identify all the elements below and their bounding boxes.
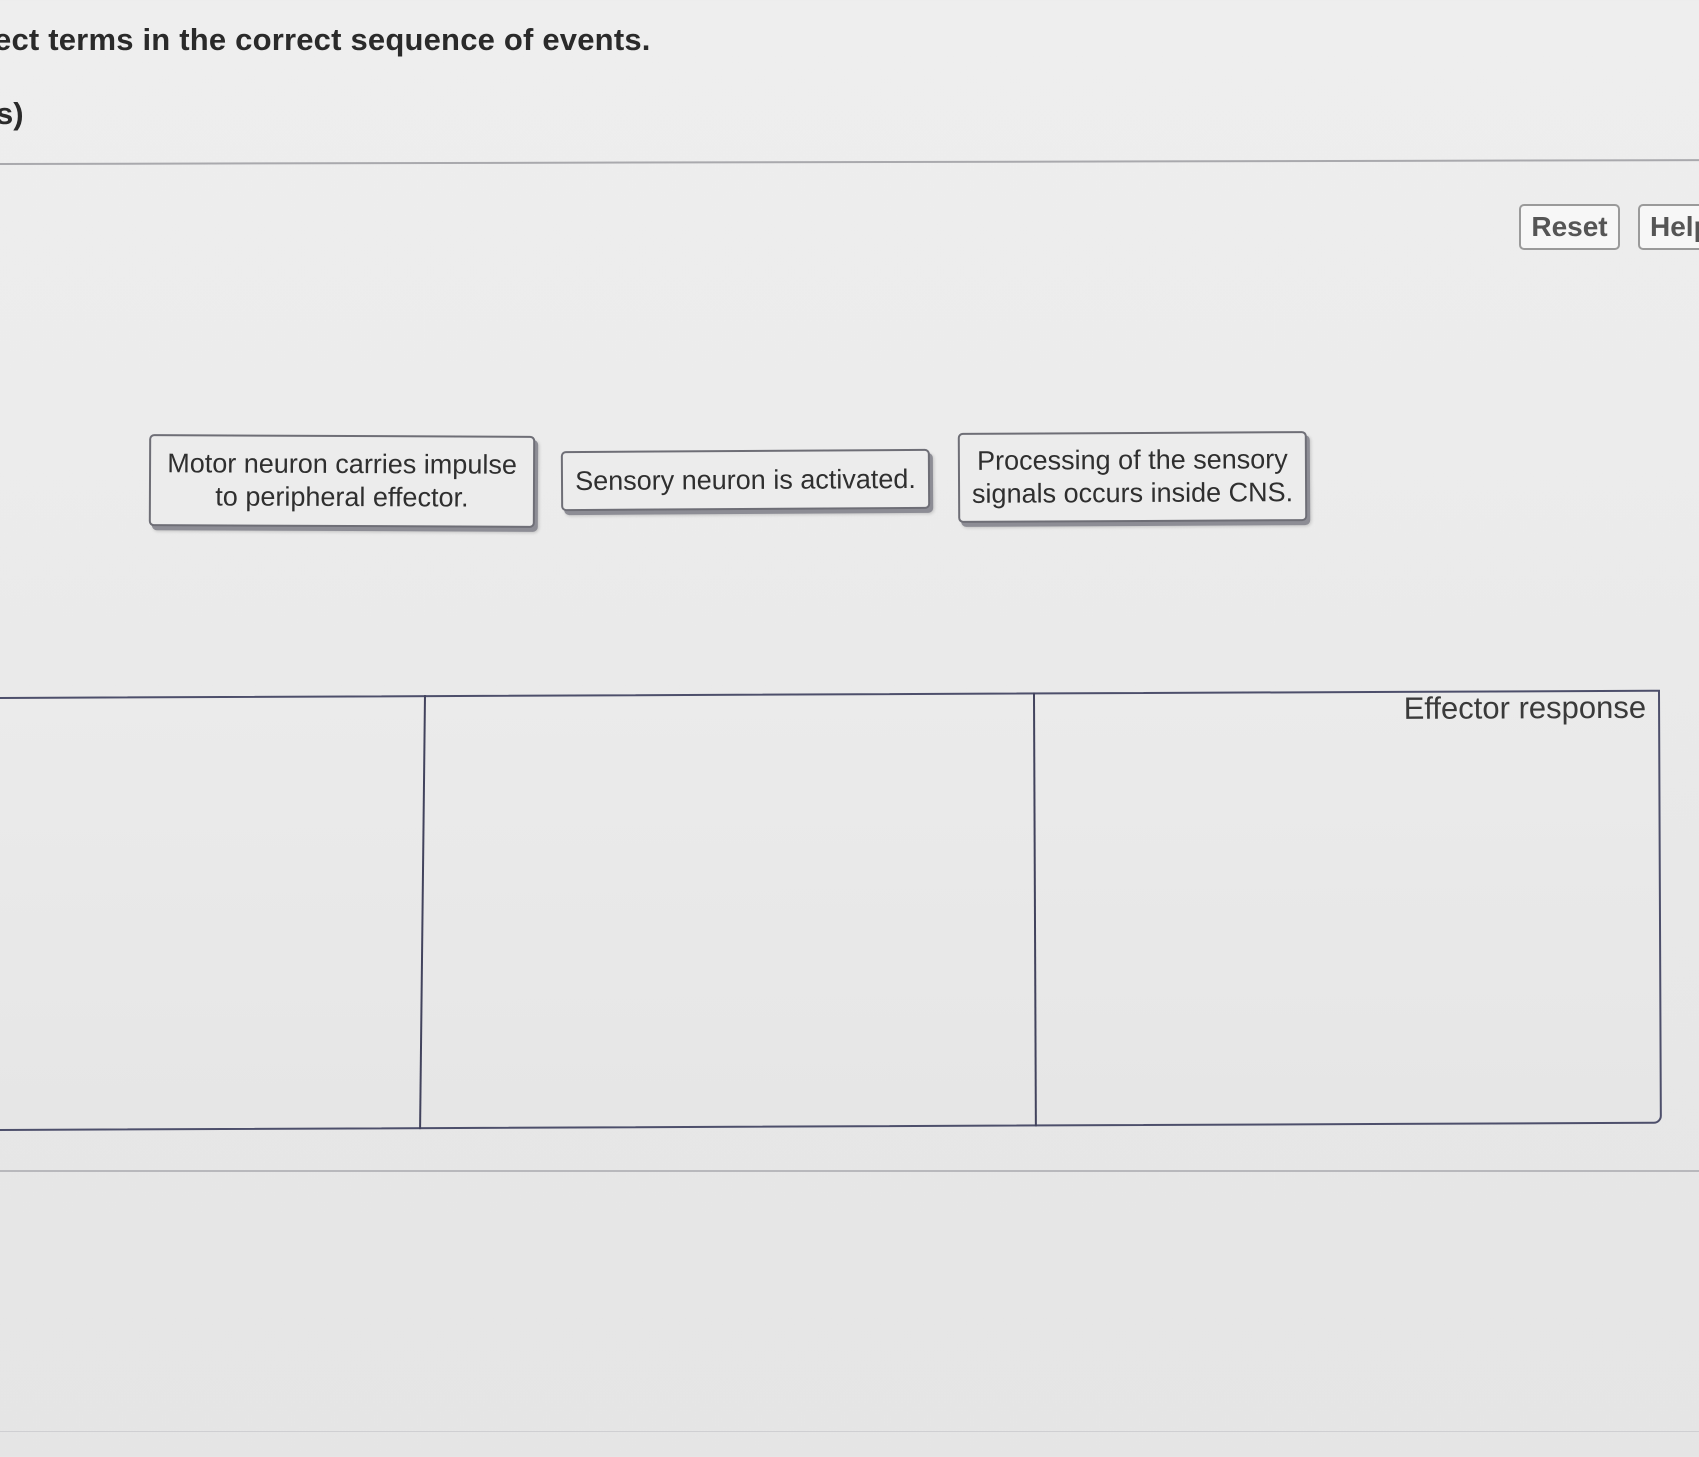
sequence-slot-1[interactable] xyxy=(0,695,428,1131)
term-tile-label: Sensory neuron is activated. xyxy=(575,463,916,496)
reset-button[interactable]: Reset xyxy=(1519,204,1620,250)
slot-label-effector-response: Effector response xyxy=(1403,689,1647,726)
sequence-slot-2[interactable] xyxy=(426,692,1036,1129)
term-tile-motor-neuron[interactable]: Motor neuron carries impulse to peripher… xyxy=(148,434,536,528)
term-tile-cns-processing[interactable]: Processing of the sensory signals occurs… xyxy=(957,431,1308,523)
bottom-divider xyxy=(0,1170,1699,1172)
term-tile-label: Processing of the sensory signals occurs… xyxy=(971,444,1294,509)
question-points-fragment: s) xyxy=(0,96,24,131)
footer-divider xyxy=(0,1431,1699,1432)
sequence-board: Effector response xyxy=(0,689,1662,1131)
sequence-slot-3[interactable]: Effector response xyxy=(1034,690,1662,1127)
term-tile-sensory-neuron[interactable]: Sensory neuron is activated. xyxy=(560,448,931,512)
top-divider xyxy=(0,159,1699,165)
term-tile-label: Motor neuron carries impulse to peripher… xyxy=(167,448,517,513)
help-button[interactable]: Help xyxy=(1638,204,1699,250)
question-instruction: ect terms in the correct sequence of eve… xyxy=(0,22,651,57)
